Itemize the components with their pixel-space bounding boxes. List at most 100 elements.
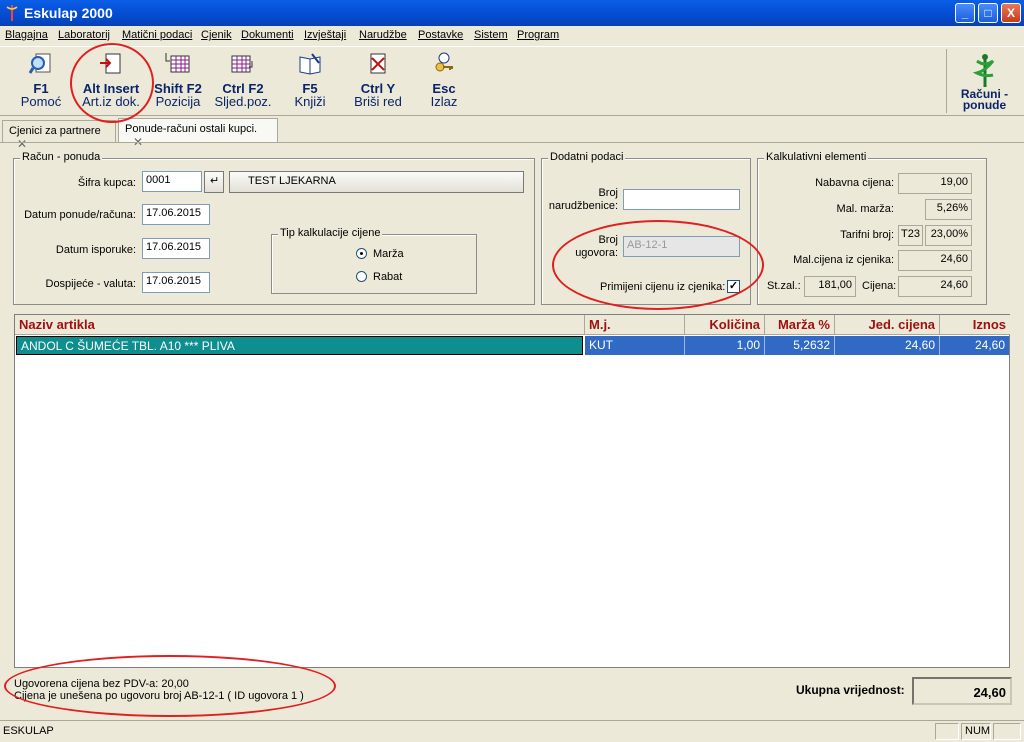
cijena-label: Cijena: — [862, 280, 897, 292]
menu-sistem[interactable]: Sistem — [474, 29, 508, 41]
tarifni-broj-label: Tarifni broj: — [840, 229, 894, 241]
delete-row-icon — [370, 53, 386, 74]
caduceus-app-icon — [6, 5, 18, 21]
status-text: ESKULAP — [3, 725, 54, 737]
next-position-button[interactable]: Ctrl F2 Sljed.poz. — [214, 51, 272, 109]
tab-label: Ponude-računi ostali kupci. — [125, 123, 258, 135]
insert-document-icon — [100, 53, 121, 74]
magnifier-document-icon — [28, 53, 51, 74]
menu-cjenik[interactable]: Cjenik — [201, 29, 232, 41]
datum-isporuke-input[interactable]: 17.06.2015 — [142, 238, 210, 259]
datum-ponude-label: Datum ponude/računa: — [24, 209, 136, 221]
status-pane-empty — [935, 723, 959, 740]
table-row-iznos[interactable]: 24,60 — [940, 336, 1009, 355]
items-grid[interactable]: Naziv artikla M.j. Količina Marža % Jed.… — [14, 314, 1010, 668]
table-row-jed-cijena[interactable]: 24,60 — [835, 336, 940, 355]
dospijece-label: Dospijeće - valuta: — [45, 278, 137, 290]
tab-cjenici-za-partnere[interactable]: Cjenici za partnere ✕ — [2, 120, 116, 151]
next-position-label: Sljed.poz. — [214, 94, 272, 109]
nabavna-cijena-label: Nabavna cijena: — [815, 177, 894, 189]
racuni-ponude-button[interactable]: Računi - ponude — [946, 49, 1022, 113]
nabavna-cijena-value: 19,00 — [898, 173, 972, 194]
post-button[interactable]: F5 Knjiži — [290, 51, 330, 109]
group-legend: Tip kalkulacije cijene — [278, 227, 383, 239]
lookup-button[interactable]: ↵ — [204, 171, 224, 193]
kupac-name-button[interactable]: TEST LJEKARNA — [229, 171, 524, 193]
exit-button[interactable]: Esc Izlaz — [424, 51, 464, 109]
ugovor-info-note: Cijena je unešena po ugovoru broj AB-12-… — [14, 690, 304, 702]
title-bar[interactable]: Eskulap 2000 _ □ X — [0, 0, 1024, 26]
sifra-kupca-input[interactable]: 0001 — [142, 171, 202, 192]
col-marza[interactable]: Marža % — [765, 315, 835, 335]
radio-marza-label: Marža — [373, 248, 404, 260]
datum-isporuke-label: Datum isporuke: — [55, 244, 136, 256]
menu-izvjestaji[interactable]: Izvještaji — [304, 29, 346, 41]
radio-rabat-label: Rabat — [373, 271, 403, 283]
menu-bar: Blagajna Laboratorij Matični podaci Cjen… — [0, 26, 1024, 45]
broj-narudzbenice-input[interactable] — [623, 189, 740, 210]
status-bar: ESKULAP NUM — [0, 720, 1024, 742]
st-zal-label: St.zal.: — [767, 280, 801, 292]
col-kolicina[interactable]: Količina — [685, 315, 765, 335]
dospijece-input[interactable]: 17.06.2015 — [142, 272, 210, 293]
tarifni-broj-pct: 23,00% — [925, 225, 972, 246]
mal-marza-label: Mal. marža: — [836, 203, 894, 215]
minimize-button[interactable]: _ — [955, 3, 975, 23]
maximize-button[interactable]: □ — [978, 3, 998, 23]
primijeni-cijenu-checkbox[interactable]: ✓ — [727, 280, 740, 293]
mal-cijena-label: Mal.cijena iz cjenika: — [793, 254, 894, 266]
group-legend: Dodatni podaci — [548, 151, 626, 163]
datum-ponude-input[interactable]: 17.06.2015 — [142, 204, 210, 225]
menu-program[interactable]: Program — [517, 29, 559, 41]
menu-postavke[interactable]: Postavke — [418, 29, 463, 41]
help-button[interactable]: F1 Pomoć — [18, 51, 64, 109]
exit-label: Izlaz — [430, 94, 458, 109]
delete-row-button[interactable]: Ctrl Y Briši red — [350, 51, 406, 109]
window-title: Eskulap 2000 — [24, 5, 113, 21]
document-tabs: Cjenici za partnere ✕ Ponude-računi osta… — [0, 118, 1024, 151]
insert-label: Art.iz dok. — [82, 94, 140, 109]
close-button[interactable]: X — [1001, 3, 1021, 23]
col-mj[interactable]: M.j. — [585, 315, 685, 335]
menu-blagajna[interactable]: Blagajna — [5, 29, 48, 41]
exit-key-icon — [435, 52, 453, 72]
article-from-document-button[interactable]: Alt Insert Art.iz dok. — [76, 51, 146, 109]
delete-row-label: Briši red — [354, 94, 402, 109]
cijena-value: 24,60 — [898, 276, 972, 297]
caduceus-icon — [972, 54, 994, 87]
broj-ugovora-input[interactable]: AB-12-1 — [623, 236, 740, 257]
tip-kalkulacije-group: Tip kalkulacije cijene — [271, 227, 477, 294]
broj-ugovora-label-2: ugovora: — [575, 247, 618, 259]
table-row-kolicina[interactable]: 1,00 — [685, 336, 765, 355]
book-post-icon — [299, 53, 321, 75]
col-jed-cijena[interactable]: Jed. cijena — [835, 315, 940, 335]
col-naziv-artikla[interactable]: Naziv artikla — [15, 315, 585, 335]
table-row-naziv[interactable]: ANDOL C ŠUMEĆE TBL. A10 *** PLIVA — [16, 336, 583, 355]
status-pane-empty-2 — [993, 723, 1021, 740]
radio-marza[interactable] — [356, 248, 367, 259]
tab-ponude-racuni[interactable]: Ponude-računi ostali kupci. ✕ — [118, 118, 278, 149]
menu-narudzbe[interactable]: Narudžbe — [359, 29, 407, 41]
status-num-indicator: NUM — [961, 723, 991, 740]
tarifni-broj-code: T23 — [898, 225, 923, 246]
table-row-marza[interactable]: 5,2632 — [765, 336, 835, 355]
grid-next-icon — [231, 55, 253, 73]
mal-marza-value: 5,26% — [925, 199, 972, 220]
return-arrow-icon: ↵ — [210, 175, 220, 187]
primijeni-cijenu-label: Primijeni cijenu iz cjenika: — [600, 281, 726, 293]
grid-position-icon — [165, 53, 190, 73]
radio-rabat[interactable] — [356, 271, 367, 282]
toolbar: F1 Pomoć Alt Insert Art.iz dok. Shift F2… — [0, 46, 1024, 116]
mal-cijena-value: 24,60 — [898, 250, 972, 271]
ugovorena-cijena-note: Ugovorena cijena bez PDV-a: 20,00 — [14, 678, 189, 690]
tab-label: Cjenici za partnere — [9, 125, 101, 137]
menu-laboratorij[interactable]: Laboratorij — [58, 29, 110, 41]
group-legend: Kalkulativni elementi — [764, 151, 869, 163]
ukupna-vrijednost-value: 24,60 — [912, 677, 1012, 705]
col-iznos[interactable]: Iznos — [940, 315, 1010, 335]
menu-dokumenti[interactable]: Dokumenti — [241, 29, 294, 41]
broj-narudzbenice-label-2: narudžbenice: — [548, 200, 618, 212]
table-row-mj[interactable]: KUT — [585, 336, 685, 355]
menu-maticni-podaci[interactable]: Matični podaci — [122, 29, 192, 41]
position-button[interactable]: Shift F2 Pozicija — [152, 51, 204, 109]
